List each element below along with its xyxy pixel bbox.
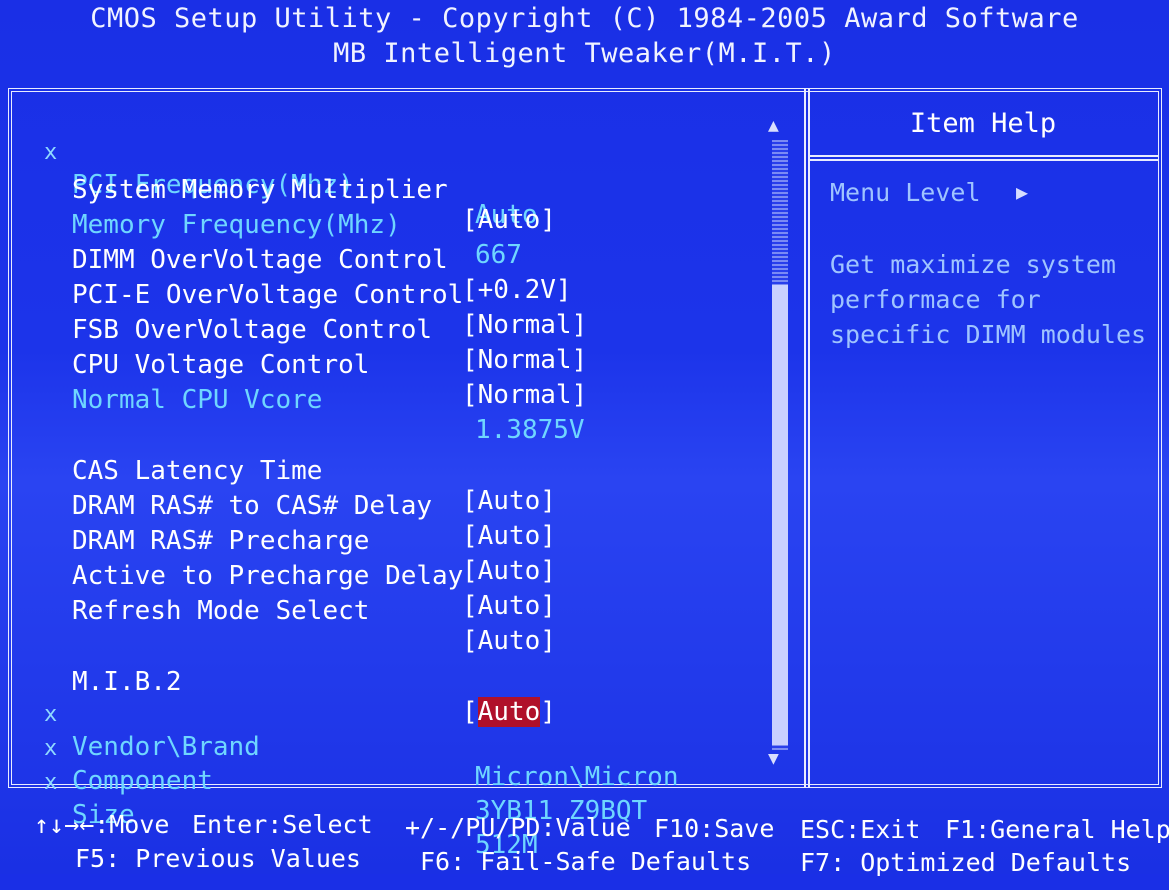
help-description-line: Get maximize system (830, 250, 1116, 279)
setting-value[interactable]: [+0.2V] (462, 275, 572, 305)
setting-label: M.I.B.2 (72, 667, 182, 697)
setting-normal-cpu-vcore: Normal CPU Vcore 1.3875V (0, 355, 585, 445)
setting-mib2[interactable]: M.I.B.2 [Auto] (0, 637, 556, 727)
page-title: MB Intelligent Tweaker(M.I.T.) (333, 38, 836, 69)
help-description-line: performace for (830, 285, 1041, 314)
setting-value[interactable]: [Auto] (462, 626, 556, 656)
key-f10-save: F10:Save (654, 814, 775, 843)
setting-label: DIMM OverVoltage Control (72, 245, 448, 275)
setting-label: DRAM RAS# to CAS# Delay (72, 491, 433, 521)
setting-value[interactable]: [Normal] (462, 380, 587, 410)
disabled-marker-icon: x (44, 770, 58, 795)
setting-label: Normal CPU Vcore (72, 385, 323, 415)
setting-pci-frequency: x PCI Frequency(Mhz) Auto (0, 110, 538, 230)
setting-value[interactable]: [Normal] (462, 345, 587, 375)
setting-value[interactable]: [Auto] (462, 205, 556, 235)
scrollbar-thumb[interactable] (772, 285, 788, 745)
utility-title: CMOS Setup Utility - Copyright (C) 1984-… (90, 3, 1079, 34)
setting-value: 667 (475, 240, 522, 270)
setting-value[interactable]: [Auto] (462, 556, 556, 586)
setting-component: x Component 3YB11 Z9BQT (0, 706, 647, 826)
setting-refresh-mode[interactable]: Refresh Mode Select [Auto] (0, 566, 556, 656)
setting-system-memory-multiplier[interactable]: System Memory Multiplier [Auto] (0, 145, 556, 235)
key-f7-optimized: F7: Optimized Defaults (800, 848, 1132, 877)
setting-label: DRAM RAS# Precharge (72, 526, 370, 556)
setting-vendor-brand: x Vendor\Brand Micron\Micron (0, 672, 679, 792)
setting-ras-precharge[interactable]: DRAM RAS# Precharge [Auto] (0, 496, 556, 586)
right-triangle-icon: ▶ (1016, 180, 1029, 204)
setting-value[interactable]: [Auto] (462, 486, 556, 516)
setting-value-selected[interactable]: [Auto] (462, 697, 556, 727)
setting-value[interactable]: [Auto] (462, 521, 556, 551)
setting-value: Micron\Micron (475, 762, 679, 792)
setting-cpu-voltage[interactable]: CPU Voltage Control [Normal] (0, 320, 587, 410)
setting-value[interactable]: [Auto] (462, 591, 556, 621)
key-f5-previous: F5: Previous Values (75, 844, 361, 873)
setting-label: PCI-E OverVoltage Control (72, 280, 464, 310)
setting-value[interactable]: [Normal] (462, 310, 587, 340)
setting-cas-latency[interactable]: CAS Latency Time [Auto] (0, 426, 556, 516)
selected-value-highlight[interactable]: Auto (477, 697, 541, 727)
key-esc-exit: ESC:Exit (800, 815, 921, 844)
help-description-line: specific DIMM modules (830, 320, 1147, 349)
setting-size: x Size 512M (0, 740, 538, 860)
setting-label: Active to Precharge Delay (72, 561, 464, 591)
key-f1-help: F1:General Help (945, 815, 1169, 844)
setting-pcie-overvoltage[interactable]: PCI-E OverVoltage Control [Normal] (0, 250, 587, 340)
panel-divider (804, 88, 810, 788)
key-enter: Enter:Select (192, 810, 373, 839)
setting-label: CAS Latency Time (72, 456, 323, 486)
setting-dimm-overvoltage[interactable]: DIMM OverVoltage Control [+0.2V] (0, 215, 572, 305)
key-move: ↑↓→←:Move (34, 810, 170, 839)
help-divider (808, 155, 1158, 161)
setting-memory-frequency: Memory Frequency(Mhz) 667 (0, 180, 522, 270)
item-help-title: Item Help (909, 108, 1057, 139)
setting-label: System Memory Multiplier (72, 175, 448, 205)
setting-ras-to-cas[interactable]: DRAM RAS# to CAS# Delay [Auto] (0, 461, 556, 551)
scroll-up-icon[interactable]: ▲ (768, 115, 779, 136)
menu-level-label: Menu Level (830, 178, 981, 207)
setting-label: Vendor\Brand (72, 732, 260, 762)
setting-label: FSB OverVoltage Control (72, 315, 433, 345)
setting-active-to-precharge[interactable]: Active to Precharge Delay [Auto] (0, 531, 556, 621)
setting-label: CPU Voltage Control (72, 350, 370, 380)
setting-label: Refresh Mode Select (72, 596, 370, 626)
scroll-down-icon[interactable]: ▼ (768, 748, 779, 769)
key-value: +/-/PU/PD:Value (405, 813, 631, 842)
setting-value: 1.3875V (475, 415, 585, 445)
setting-fsb-overvoltage[interactable]: FSB OverVoltage Control [Normal] (0, 285, 587, 375)
key-f6-failsafe: F6: Fail-Safe Defaults (420, 847, 752, 876)
setting-label: Component (72, 766, 213, 796)
setting-label: Memory Frequency(Mhz) (72, 210, 401, 240)
